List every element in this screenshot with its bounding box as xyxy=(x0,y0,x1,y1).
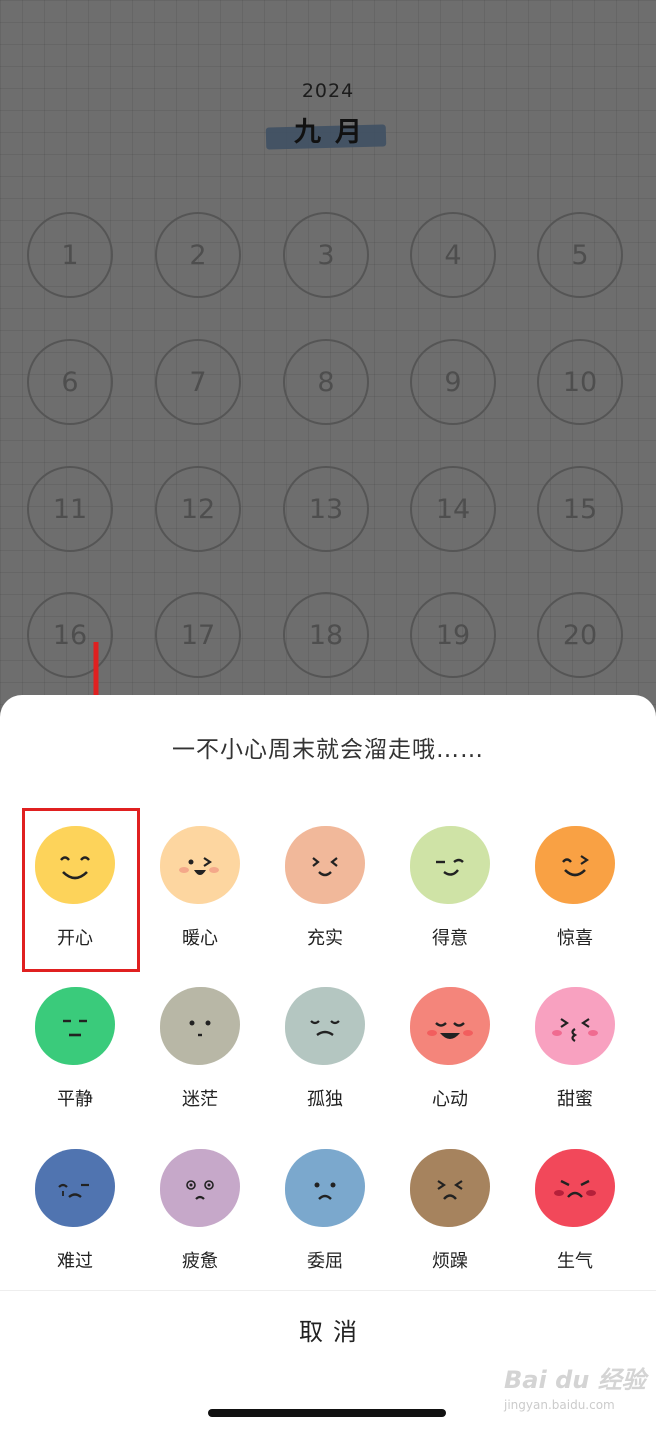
mood-face-icon xyxy=(160,1149,240,1227)
mood-option[interactable]: 心动 xyxy=(395,987,505,1127)
mood-label: 平静 xyxy=(57,1089,93,1110)
mood-label: 心动 xyxy=(432,1089,468,1110)
watermark-brand: Bai du 经验 xyxy=(504,1366,646,1394)
mood-face-icon xyxy=(285,826,365,904)
mood-face-icon xyxy=(535,826,615,904)
mood-face-icon xyxy=(410,987,490,1065)
mood-label: 孤独 xyxy=(307,1089,343,1110)
mood-face-icon xyxy=(410,1149,490,1227)
sheet-title: 一不小心周末就会溜走哦…… xyxy=(172,737,484,763)
baidu-jingyan-watermark: Bai du 经验 jingyan.baidu.com xyxy=(498,1360,648,1420)
calendar-day[interactable]: 6 xyxy=(27,339,113,425)
mood-label: 烦躁 xyxy=(432,1251,468,1272)
mood-option[interactable]: 孤独 xyxy=(270,987,380,1127)
calendar-day[interactable]: 17 xyxy=(155,592,241,678)
calendar-day[interactable]: 10 xyxy=(537,339,623,425)
calendar-day[interactable]: 1 xyxy=(27,212,113,298)
calendar-day[interactable]: 11 xyxy=(27,466,113,552)
calendar-day[interactable]: 15 xyxy=(537,466,623,552)
mood-label: 疲惫 xyxy=(182,1251,218,1272)
mood-option[interactable]: 难过 xyxy=(20,1149,130,1289)
mood-face-icon xyxy=(285,987,365,1065)
mood-face-icon xyxy=(35,1149,115,1227)
calendar-month: 九月 xyxy=(294,117,376,148)
mood-label: 生气 xyxy=(557,1251,593,1272)
calendar-day[interactable]: 12 xyxy=(155,466,241,552)
calendar-day[interactable]: 8 xyxy=(283,339,369,425)
watermark-url: jingyan.baidu.com xyxy=(504,1398,615,1412)
calendar-day[interactable]: 20 xyxy=(537,592,623,678)
calendar-day[interactable]: 5 xyxy=(537,212,623,298)
home-indicator[interactable] xyxy=(208,1409,446,1417)
mood-face-icon xyxy=(160,987,240,1065)
mood-face-icon xyxy=(535,1149,615,1227)
mood-face-icon xyxy=(35,987,115,1065)
calendar-day[interactable]: 4 xyxy=(410,212,496,298)
mood-label: 惊喜 xyxy=(557,928,593,949)
mood-label: 委屈 xyxy=(307,1251,343,1272)
calendar-day[interactable]: 19 xyxy=(410,592,496,678)
cancel-button[interactable]: 取消 xyxy=(0,1312,656,1347)
calendar-month-header: 九月 xyxy=(0,110,656,150)
mood-face-icon xyxy=(410,826,490,904)
mood-label: 充实 xyxy=(307,928,343,949)
calendar-day[interactable]: 7 xyxy=(155,339,241,425)
mood-option[interactable]: 生气 xyxy=(520,1149,630,1289)
mood-option[interactable]: 甜蜜 xyxy=(520,987,630,1127)
sheet-divider xyxy=(0,1290,656,1291)
mood-face-icon xyxy=(535,987,615,1065)
mood-label: 甜蜜 xyxy=(557,1089,593,1110)
mood-option[interactable]: 得意 xyxy=(395,826,505,966)
calendar-day[interactable]: 18 xyxy=(283,592,369,678)
mood-label: 迷茫 xyxy=(182,1089,218,1110)
calendar-year: 2024 xyxy=(301,80,355,102)
mood-option[interactable]: 委屈 xyxy=(270,1149,380,1289)
calendar-day[interactable]: 14 xyxy=(410,466,496,552)
mood-label: 难过 xyxy=(57,1251,93,1272)
annotation-highlight-box xyxy=(22,808,140,972)
calendar-day[interactable]: 13 xyxy=(283,466,369,552)
mood-face-icon xyxy=(285,1149,365,1227)
mood-option[interactable]: 平静 xyxy=(20,987,130,1127)
mood-option[interactable]: 迷茫 xyxy=(145,987,255,1127)
mood-option[interactable]: 惊喜 xyxy=(520,826,630,966)
mood-option[interactable]: 充实 xyxy=(270,826,380,966)
calendar-day[interactable]: 3 xyxy=(283,212,369,298)
mood-label: 暖心 xyxy=(182,928,218,949)
mood-option[interactable]: 疲惫 xyxy=(145,1149,255,1289)
mood-label: 得意 xyxy=(432,928,468,949)
calendar-day[interactable]: 9 xyxy=(410,339,496,425)
calendar-day[interactable]: 2 xyxy=(155,212,241,298)
mood-option[interactable]: 暖心 xyxy=(145,826,255,966)
mood-face-icon xyxy=(160,826,240,904)
mood-option[interactable]: 烦躁 xyxy=(395,1149,505,1289)
